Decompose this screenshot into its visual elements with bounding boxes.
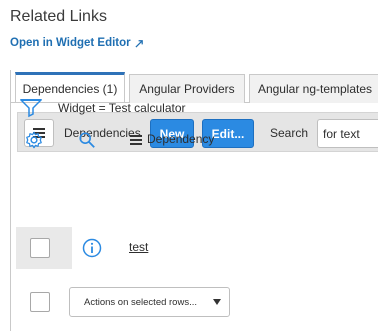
actions-select[interactable]: Actions on selected rows... [69,287,230,317]
select-all-checkbox[interactable] [30,292,50,312]
funnel-icon[interactable] [20,98,42,118]
open-widget-editor-label: Open in Widget Editor [10,37,131,49]
tab-bar: Dependencies (1) Angular Providers Angul… [11,70,378,103]
list-header-row: Dependency [10,128,378,162]
filter-condition[interactable]: Widget = Test calculator [58,101,186,115]
tab-angular-providers[interactable]: Angular Providers [129,74,245,103]
dependency-link[interactable]: test [129,240,148,254]
tab-angular-ng-templates[interactable]: Angular ng-templates [249,74,378,103]
search-icon[interactable] [78,131,96,149]
open-widget-editor-link[interactable]: Open in Widget Editor [10,37,144,49]
column-menu-icon[interactable] [130,135,142,145]
gear-icon[interactable] [25,131,43,149]
actions-select-label: Actions on selected rows... [84,296,197,308]
column-header-dependency[interactable]: Dependency [147,132,214,146]
caret-down-icon [213,299,221,305]
external-link-icon [135,39,143,48]
info-icon[interactable] [82,238,102,258]
related-links-heading: Related Links [10,8,107,25]
row-checkbox[interactable] [30,238,50,258]
